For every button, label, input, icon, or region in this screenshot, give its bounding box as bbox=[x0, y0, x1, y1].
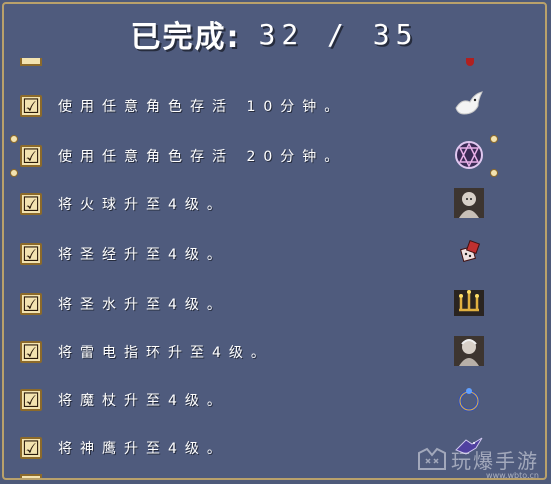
achievement-row[interactable]: ☑ 将雷电指环升至4级。 bbox=[20, 338, 500, 366]
achievement-row[interactable]: ☑ 将魔杖升至4级。 bbox=[20, 386, 500, 414]
achievement-text: 将雷电指环升至4级。 bbox=[58, 345, 273, 361]
selection-corner bbox=[490, 135, 498, 143]
progress-header: 已完成: 32 / 35 bbox=[4, 4, 545, 64]
watermark-url: www.wbto.cn bbox=[486, 471, 539, 480]
achievement-text: 使用任意角色存活 10分钟。 bbox=[58, 99, 347, 115]
completed-label: 已完成: bbox=[130, 20, 241, 55]
character-portrait-icon bbox=[452, 334, 486, 368]
dice-icon bbox=[452, 236, 486, 270]
checkbox-checked-icon: ☑ bbox=[20, 145, 42, 167]
candelabra-icon bbox=[452, 286, 486, 320]
partial-row bbox=[20, 58, 42, 66]
watermark-text: 玩爆手游 bbox=[451, 449, 539, 473]
ring-icon bbox=[452, 382, 486, 416]
selection-corner bbox=[10, 135, 18, 143]
achievements-panel: 已完成: 32 / 35 ☑ 使用任意角色存活 10分钟。 ☑ 使用任意角色存活… bbox=[2, 2, 547, 480]
checkbox-checked-icon: ☑ bbox=[20, 243, 42, 265]
checkbox-checked-icon: ☑ bbox=[20, 193, 42, 215]
checkbox-checked-icon: ☑ bbox=[20, 95, 42, 117]
partial-reward-icon bbox=[466, 58, 474, 66]
achievement-text: 将圣水升至4级。 bbox=[58, 297, 229, 313]
completed-count: 32 / 35 bbox=[258, 17, 419, 51]
checkbox-checked-icon: ☑ bbox=[20, 293, 42, 315]
selection-corner bbox=[10, 169, 18, 177]
achievement-text: 将魔杖升至4级。 bbox=[58, 393, 229, 409]
achievement-text: 使用任意角色存活 20分钟。 bbox=[58, 149, 347, 165]
character-portrait-icon bbox=[452, 186, 486, 220]
achievement-row[interactable]: ☑ 将火球升至4级。 bbox=[20, 190, 500, 218]
watermark: 玩爆手游 bbox=[417, 445, 539, 474]
partial-row bbox=[20, 474, 42, 478]
dove-icon bbox=[452, 88, 486, 122]
watermark-logo-icon bbox=[418, 447, 446, 470]
achievement-row[interactable]: ☑ 将圣经升至4级。 bbox=[20, 240, 500, 268]
selection-corner bbox=[490, 169, 498, 177]
achievement-text: 将神鹰升至4级。 bbox=[58, 441, 229, 457]
achievement-text: 将火球升至4级。 bbox=[58, 197, 229, 213]
achievement-row[interactable]: ☑ 将圣水升至4级。 bbox=[20, 290, 500, 318]
checkbox-checked-icon: ☑ bbox=[20, 341, 42, 363]
checkbox-checked-icon: ☑ bbox=[20, 437, 42, 459]
achievement-row[interactable]: ☑ 使用任意角色存活 10分钟。 bbox=[20, 92, 500, 120]
checkbox-checked-icon: ☑ bbox=[20, 389, 42, 411]
achievement-text: 将圣经升至4级。 bbox=[58, 247, 229, 263]
magic-circle-icon bbox=[452, 138, 486, 172]
achievement-row-selected[interactable]: ☑ 使用任意角色存活 20分钟。 bbox=[20, 142, 500, 170]
